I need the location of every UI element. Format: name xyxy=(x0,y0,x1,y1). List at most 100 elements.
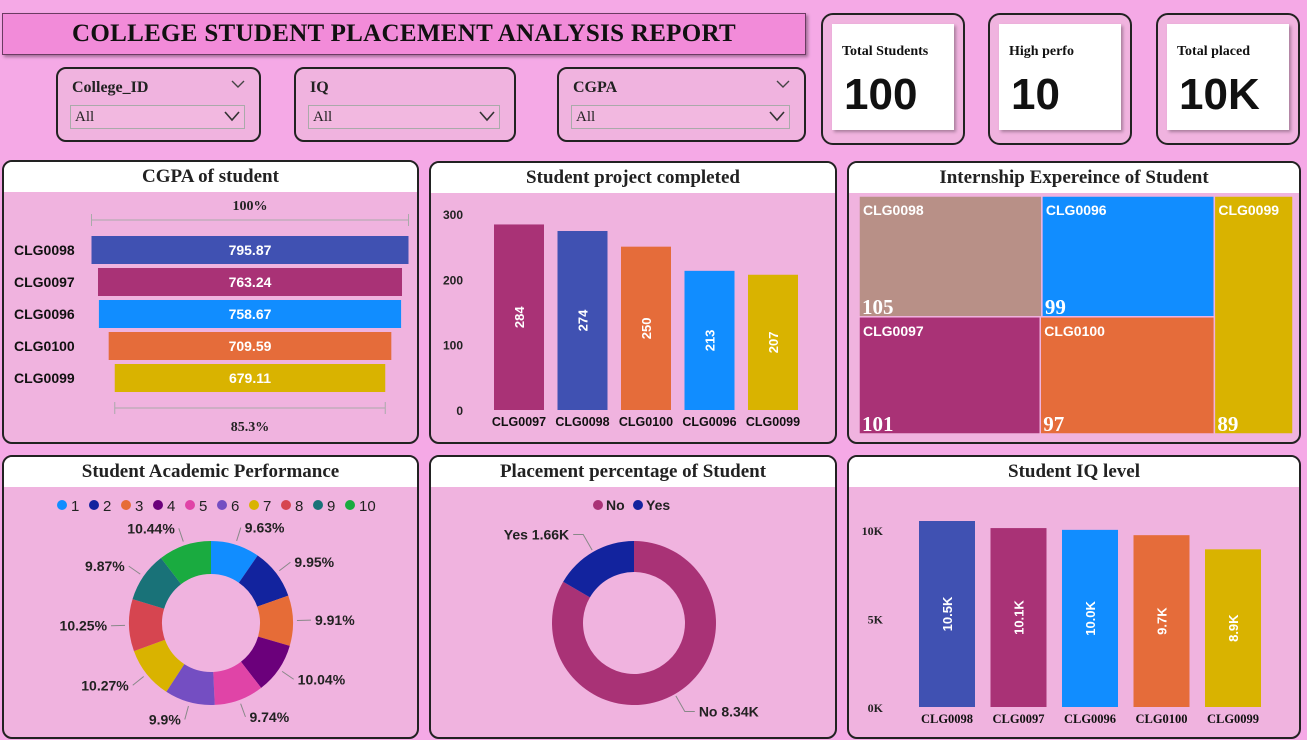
internship-treemap-chart[interactable]: CLG0098 105 CLG0096 99 CLG0099 89 CLG0097 101 CL… xyxy=(849,163,1301,444)
legend-marker xyxy=(185,500,195,510)
slicer-value: All xyxy=(313,109,333,125)
x-category-label: CLG0099 xyxy=(746,415,800,429)
legend-label: 6 xyxy=(231,498,239,515)
chart-academic-panel[interactable]: 1 2 3 4 5 6 7 8 9 10 9.63% 9.95% 9.91% 10.04% 9.74% 9.9… xyxy=(2,455,419,739)
funnel-category-label: CLG0100 xyxy=(14,338,75,354)
x-category-label: CLG0097 xyxy=(492,415,546,429)
slicer-value: All xyxy=(75,109,95,125)
donut-data-label: 9.9% xyxy=(149,712,181,728)
legend-marker xyxy=(89,500,99,510)
legend-label: 2 xyxy=(103,498,111,515)
column-value-label: 250 xyxy=(639,317,654,339)
donut-data-label: 10.44% xyxy=(127,520,175,536)
kpi-total-students: Total Students 100 xyxy=(821,13,965,145)
funnel-bottom-label: 85.3% xyxy=(231,420,270,435)
dropdown-arrow-icon xyxy=(224,111,240,122)
chart-title-bar: Student IQ level xyxy=(849,457,1299,487)
legend-label: 10 xyxy=(359,498,376,515)
y-tick-label: 100 xyxy=(443,339,463,353)
donut-leader-line xyxy=(281,670,294,680)
chevron-down-icon[interactable] xyxy=(231,79,245,89)
slicer-iq[interactable]: IQ All xyxy=(294,67,516,142)
dropdown-arrow-icon xyxy=(479,111,495,122)
legend-marker xyxy=(345,500,355,510)
treemap-tile-label: CLG0100 xyxy=(1044,323,1105,339)
funnel-bar-label: 795.87 xyxy=(229,242,272,258)
column-value-label: 10.5K xyxy=(940,596,955,631)
dropdown-arrow-icon xyxy=(769,111,785,122)
chart-title: CGPA of student xyxy=(142,166,279,187)
legend-marker xyxy=(249,500,259,510)
y-tick-label: 5K xyxy=(868,612,884,626)
placement-donut-chart[interactable]: No Yes No 8.34K Yes 1.66K xyxy=(431,457,837,739)
slicer-label: College_ID xyxy=(72,79,149,96)
kpi-high-performers: High perfo 10 xyxy=(988,13,1132,145)
kpi-label: Total Students xyxy=(842,44,929,59)
funnel-bar-label: 763.24 xyxy=(229,274,272,290)
treemap-tile-value: 105 xyxy=(862,295,894,319)
column-value-label: 207 xyxy=(766,332,781,354)
slicer-dropdown[interactable]: All xyxy=(308,105,500,129)
cgpa-funnel-chart[interactable]: 100% 795.87 CLG0098 763.24 CLG0097 758.67 CLG0… xyxy=(4,162,419,444)
legend-label: 3 xyxy=(135,498,143,515)
legend-label: 1 xyxy=(71,498,79,515)
slicer-cgpa[interactable]: CGPA All xyxy=(557,67,806,142)
projects-column-chart[interactable]: 0 100 200 300 284 CLG0097 274 CLG0098 250 CLG0100… xyxy=(431,163,837,444)
treemap-tile-label: CLG0098 xyxy=(863,202,924,218)
chart-title-bar: Student project completed xyxy=(431,163,835,193)
column-value-label: 10.0K xyxy=(1083,600,1098,635)
column-value-label: 9.7K xyxy=(1155,607,1170,635)
donut-leader-line xyxy=(132,676,145,686)
slicer-dropdown[interactable]: All xyxy=(571,105,790,129)
chart-placement-panel[interactable]: No Yes No 8.34K Yes 1.66K Placement percent… xyxy=(429,455,837,739)
chevron-down-icon[interactable] xyxy=(776,79,790,89)
iq-column-chart[interactable]: 0K 5K 10K 10.5K CLG0098 10.1K CLG0097 10.0K CLG0… xyxy=(849,457,1301,739)
kpi-label: High perfo xyxy=(1009,44,1074,59)
donut-leader-line xyxy=(184,705,189,720)
donut-leader-line xyxy=(278,561,291,572)
y-tick-label: 0 xyxy=(456,404,463,418)
legend-marker xyxy=(633,500,643,510)
chart-iq-panel[interactable]: 0K 5K 10K 10.5K CLG0098 10.1K CLG0097 10.0K CLG0… xyxy=(847,455,1301,739)
legend-marker xyxy=(153,500,163,510)
funnel-bar-label: 758.67 xyxy=(229,306,272,322)
donut-data-label: No 8.34K xyxy=(699,703,759,719)
x-category-label: CLG0099 xyxy=(1207,712,1259,726)
donut-data-label: 9.87% xyxy=(85,558,125,574)
slicer-college-id[interactable]: College_ID All xyxy=(56,67,261,142)
slicer-label: IQ xyxy=(310,79,329,96)
column-value-label: 284 xyxy=(512,306,527,328)
chart-title: Student IQ level xyxy=(1008,461,1140,482)
x-category-label: CLG0098 xyxy=(555,415,609,429)
legend-label: Yes xyxy=(646,497,670,513)
x-category-label: CLG0100 xyxy=(619,415,673,429)
donut-data-label: 10.04% xyxy=(298,671,346,687)
kpi-total-placed: Total placed 10K xyxy=(1156,13,1300,145)
legend-label: No xyxy=(606,497,625,513)
legend-marker xyxy=(313,500,323,510)
funnel-category-label: CLG0097 xyxy=(14,274,75,290)
slicer-dropdown[interactable]: All xyxy=(70,105,245,129)
x-category-label: CLG0096 xyxy=(682,415,736,429)
y-tick-label: 0K xyxy=(868,701,884,715)
donut-data-label: 9.91% xyxy=(315,612,355,628)
chart-projects-panel[interactable]: 0 100 200 300 284 CLG0097 274 CLG0098 250 CLG0100… xyxy=(429,161,837,444)
y-tick-label: 10K xyxy=(862,524,884,538)
column-value-label: 8.9K xyxy=(1226,614,1241,642)
chart-cgpa-panel[interactable]: 100% 795.87 CLG0098 763.24 CLG0097 758.67 CLG0… xyxy=(2,160,419,444)
treemap-tile-value: 89 xyxy=(1217,412,1238,436)
report-title: COLLEGE STUDENT PLACEMENT ANALYSIS REPOR… xyxy=(72,20,736,47)
chart-title: Placement percentage of Student xyxy=(499,461,767,482)
donut-leader-line xyxy=(128,565,141,575)
kpi-value: 10K xyxy=(1179,70,1260,119)
slicer-value: All xyxy=(576,109,596,125)
legend-label: 9 xyxy=(327,498,335,515)
chart-title: Student project completed xyxy=(526,167,740,188)
chart-internship-panel[interactable]: CLG0098 105 CLG0096 99 CLG0099 89 CLG0097 101 CL… xyxy=(847,161,1301,444)
academic-donut-chart[interactable]: 1 2 3 4 5 6 7 8 9 10 9.63% 9.95% 9.91% 10.04% 9.74% 9.9… xyxy=(4,457,419,739)
donut-data-label: 9.74% xyxy=(249,709,289,725)
y-tick-label: 200 xyxy=(443,273,463,287)
treemap-tile-label: CLG0097 xyxy=(863,323,924,339)
legend-label: 7 xyxy=(263,498,271,515)
column-value-label: 274 xyxy=(576,309,591,331)
